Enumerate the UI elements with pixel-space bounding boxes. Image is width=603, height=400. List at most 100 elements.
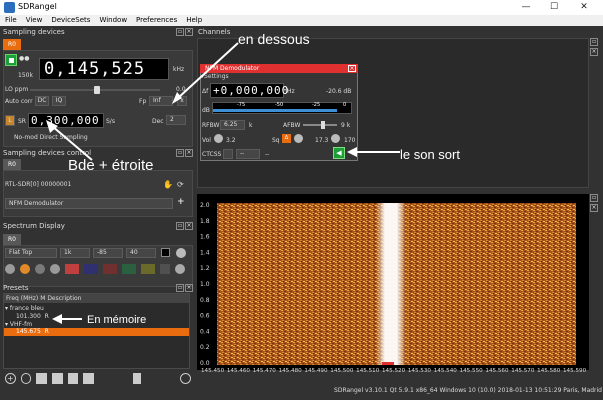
x-tick-label: 145.590: [563, 368, 587, 374]
menu-file[interactable]: File: [0, 15, 21, 24]
center-frequency-display[interactable]: 0,145,525: [39, 58, 169, 80]
sq-value: 17.3: [315, 137, 329, 144]
menu-devicesets[interactable]: DeviceSets: [46, 15, 94, 24]
close-icon[interactable]: ×: [590, 204, 598, 212]
import-preset-icon[interactable]: [83, 373, 94, 384]
ctcss-checkbox[interactable]: [223, 149, 233, 159]
window-function-select[interactable]: Flat Top: [5, 248, 57, 258]
spectrum-tool-icon[interactable]: [20, 264, 30, 274]
load-preset-icon[interactable]: [180, 373, 191, 384]
add-preset-icon[interactable]: +: [5, 373, 16, 384]
lo-ppm-label: LO ppm: [5, 86, 29, 93]
lo-ppm-slider[interactable]: [30, 86, 160, 94]
menu-window[interactable]: Window: [94, 15, 131, 24]
tab-r0-control[interactable]: R0: [3, 159, 21, 170]
x-tick-label: 145.540: [434, 368, 458, 374]
update-preset-icon[interactable]: [20, 373, 32, 384]
y-tick-label: 0.6: [200, 313, 210, 320]
close-icon[interactable]: ×: [185, 28, 193, 36]
close-icon[interactable]: ×: [185, 284, 193, 292]
ref-level-select[interactable]: -85: [93, 248, 123, 258]
col-mode-header[interactable]: M: [40, 295, 45, 302]
hz-unit: Hz: [287, 88, 295, 95]
spectrum-tool-icon[interactable]: [5, 264, 15, 274]
preset-group-label: VHF-fm: [9, 321, 33, 328]
iq-button[interactable]: IQ: [52, 96, 66, 106]
afbw-slider[interactable]: [303, 121, 337, 129]
ctcss-select[interactable]: --: [236, 149, 260, 159]
fft-size-select[interactable]: 1k: [60, 248, 90, 258]
y-tick-label: 0.0: [200, 360, 210, 367]
close-icon[interactable]: ×: [590, 48, 598, 56]
tab-r0-devices[interactable]: R0: [3, 39, 21, 50]
lo-ppm-handle[interactable]: [94, 86, 100, 94]
minimize-button[interactable]: —: [514, 1, 538, 14]
menu-help[interactable]: Help: [181, 15, 206, 24]
float-icon[interactable]: ▫: [176, 149, 184, 157]
delete-preset-icon[interactable]: [132, 373, 142, 384]
color-swatch-icon[interactable]: [161, 248, 170, 257]
sq-gate-value: 170: [344, 137, 356, 144]
afbw-handle[interactable]: [321, 121, 325, 129]
y-tick-label: 0.4: [200, 328, 210, 335]
x-tick-label: 145.510: [356, 368, 380, 374]
dec-select[interactable]: 2: [166, 115, 186, 125]
spectrum-tools-row: [5, 264, 190, 275]
squelch-delta-button[interactable]: Δ: [282, 134, 291, 143]
channel-power: -20.6 dB: [326, 88, 352, 95]
presets-toolbar: +: [5, 373, 191, 385]
preset-group[interactable]: ▾ VHF-fm: [5, 321, 32, 328]
close-icon[interactable]: ×: [185, 222, 193, 230]
preset-group[interactable]: ▾ france bleu: [5, 305, 44, 312]
histogram-toggle-icon[interactable]: [103, 264, 117, 274]
invert-toggle-icon[interactable]: [160, 264, 170, 274]
squelch-gate-knob[interactable]: [331, 134, 340, 143]
col-freq-header[interactable]: Freq (MHz): [6, 295, 38, 302]
audio-speaker-icon[interactable]: ◀: [333, 147, 345, 159]
start-stop-button[interactable]: [5, 54, 17, 66]
grid-toggle-icon[interactable]: [122, 264, 136, 274]
export-preset-icon[interactable]: [67, 373, 79, 384]
float-icon[interactable]: ▫: [590, 38, 598, 46]
hand-icon[interactable]: ✋: [163, 180, 173, 189]
channel-marker[interactable]: [382, 362, 394, 365]
range-select[interactable]: 40: [126, 248, 156, 258]
menu-preferences[interactable]: Preferences: [131, 15, 181, 24]
lna-button[interactable]: L: [5, 115, 15, 126]
close-icon[interactable]: ×: [185, 149, 193, 157]
spectrum-tool-icon[interactable]: [35, 264, 45, 274]
reload-icon[interactable]: ⟳: [177, 180, 184, 189]
preset-item[interactable]: 101.300 R: [16, 313, 49, 320]
sr-unit: S/s: [106, 118, 115, 125]
volume-knob[interactable]: [214, 134, 223, 143]
record-icon[interactable]: ●●: [19, 55, 31, 65]
float-icon[interactable]: ▫: [176, 28, 184, 36]
preset-freq: 101.300: [16, 313, 41, 320]
float-icon[interactable]: ▫: [176, 284, 184, 292]
dc-button[interactable]: DC: [35, 96, 49, 106]
add-channel-icon[interactable]: +: [177, 197, 185, 207]
spectrum-toggle-icon[interactable]: [84, 264, 98, 274]
squelch-knob[interactable]: [294, 134, 303, 143]
save-preset-icon[interactable]: [36, 373, 47, 384]
tab-r0-spectrum[interactable]: R0: [3, 234, 21, 245]
knob-icon[interactable]: [176, 248, 186, 258]
clear-icon[interactable]: [175, 264, 185, 274]
menu-view[interactable]: View: [21, 15, 47, 24]
rfbw-label: RFBW: [202, 122, 220, 129]
vol-label: Vol: [202, 137, 211, 144]
float-icon[interactable]: ▫: [590, 194, 598, 202]
spectrum-tool-icon[interactable]: [50, 264, 60, 274]
spectrum-display-title: Spectrum Display: [3, 222, 65, 230]
maximize-button[interactable]: ☐: [542, 1, 566, 14]
close-button[interactable]: ✕: [572, 1, 596, 14]
col-desc-header[interactable]: Description: [47, 295, 81, 302]
nfm-close-icon[interactable]: ×: [348, 65, 356, 72]
edit-preset-icon[interactable]: [51, 373, 63, 384]
float-icon[interactable]: ▫: [176, 222, 184, 230]
channel-select[interactable]: NFM Demodulator: [5, 198, 173, 209]
preset-item-selected[interactable]: 145.675 R: [4, 328, 189, 336]
max-hold-toggle-icon[interactable]: [141, 264, 155, 274]
rfbw-select[interactable]: 6.25: [220, 120, 245, 130]
waterfall-toggle-icon[interactable]: [65, 264, 79, 274]
